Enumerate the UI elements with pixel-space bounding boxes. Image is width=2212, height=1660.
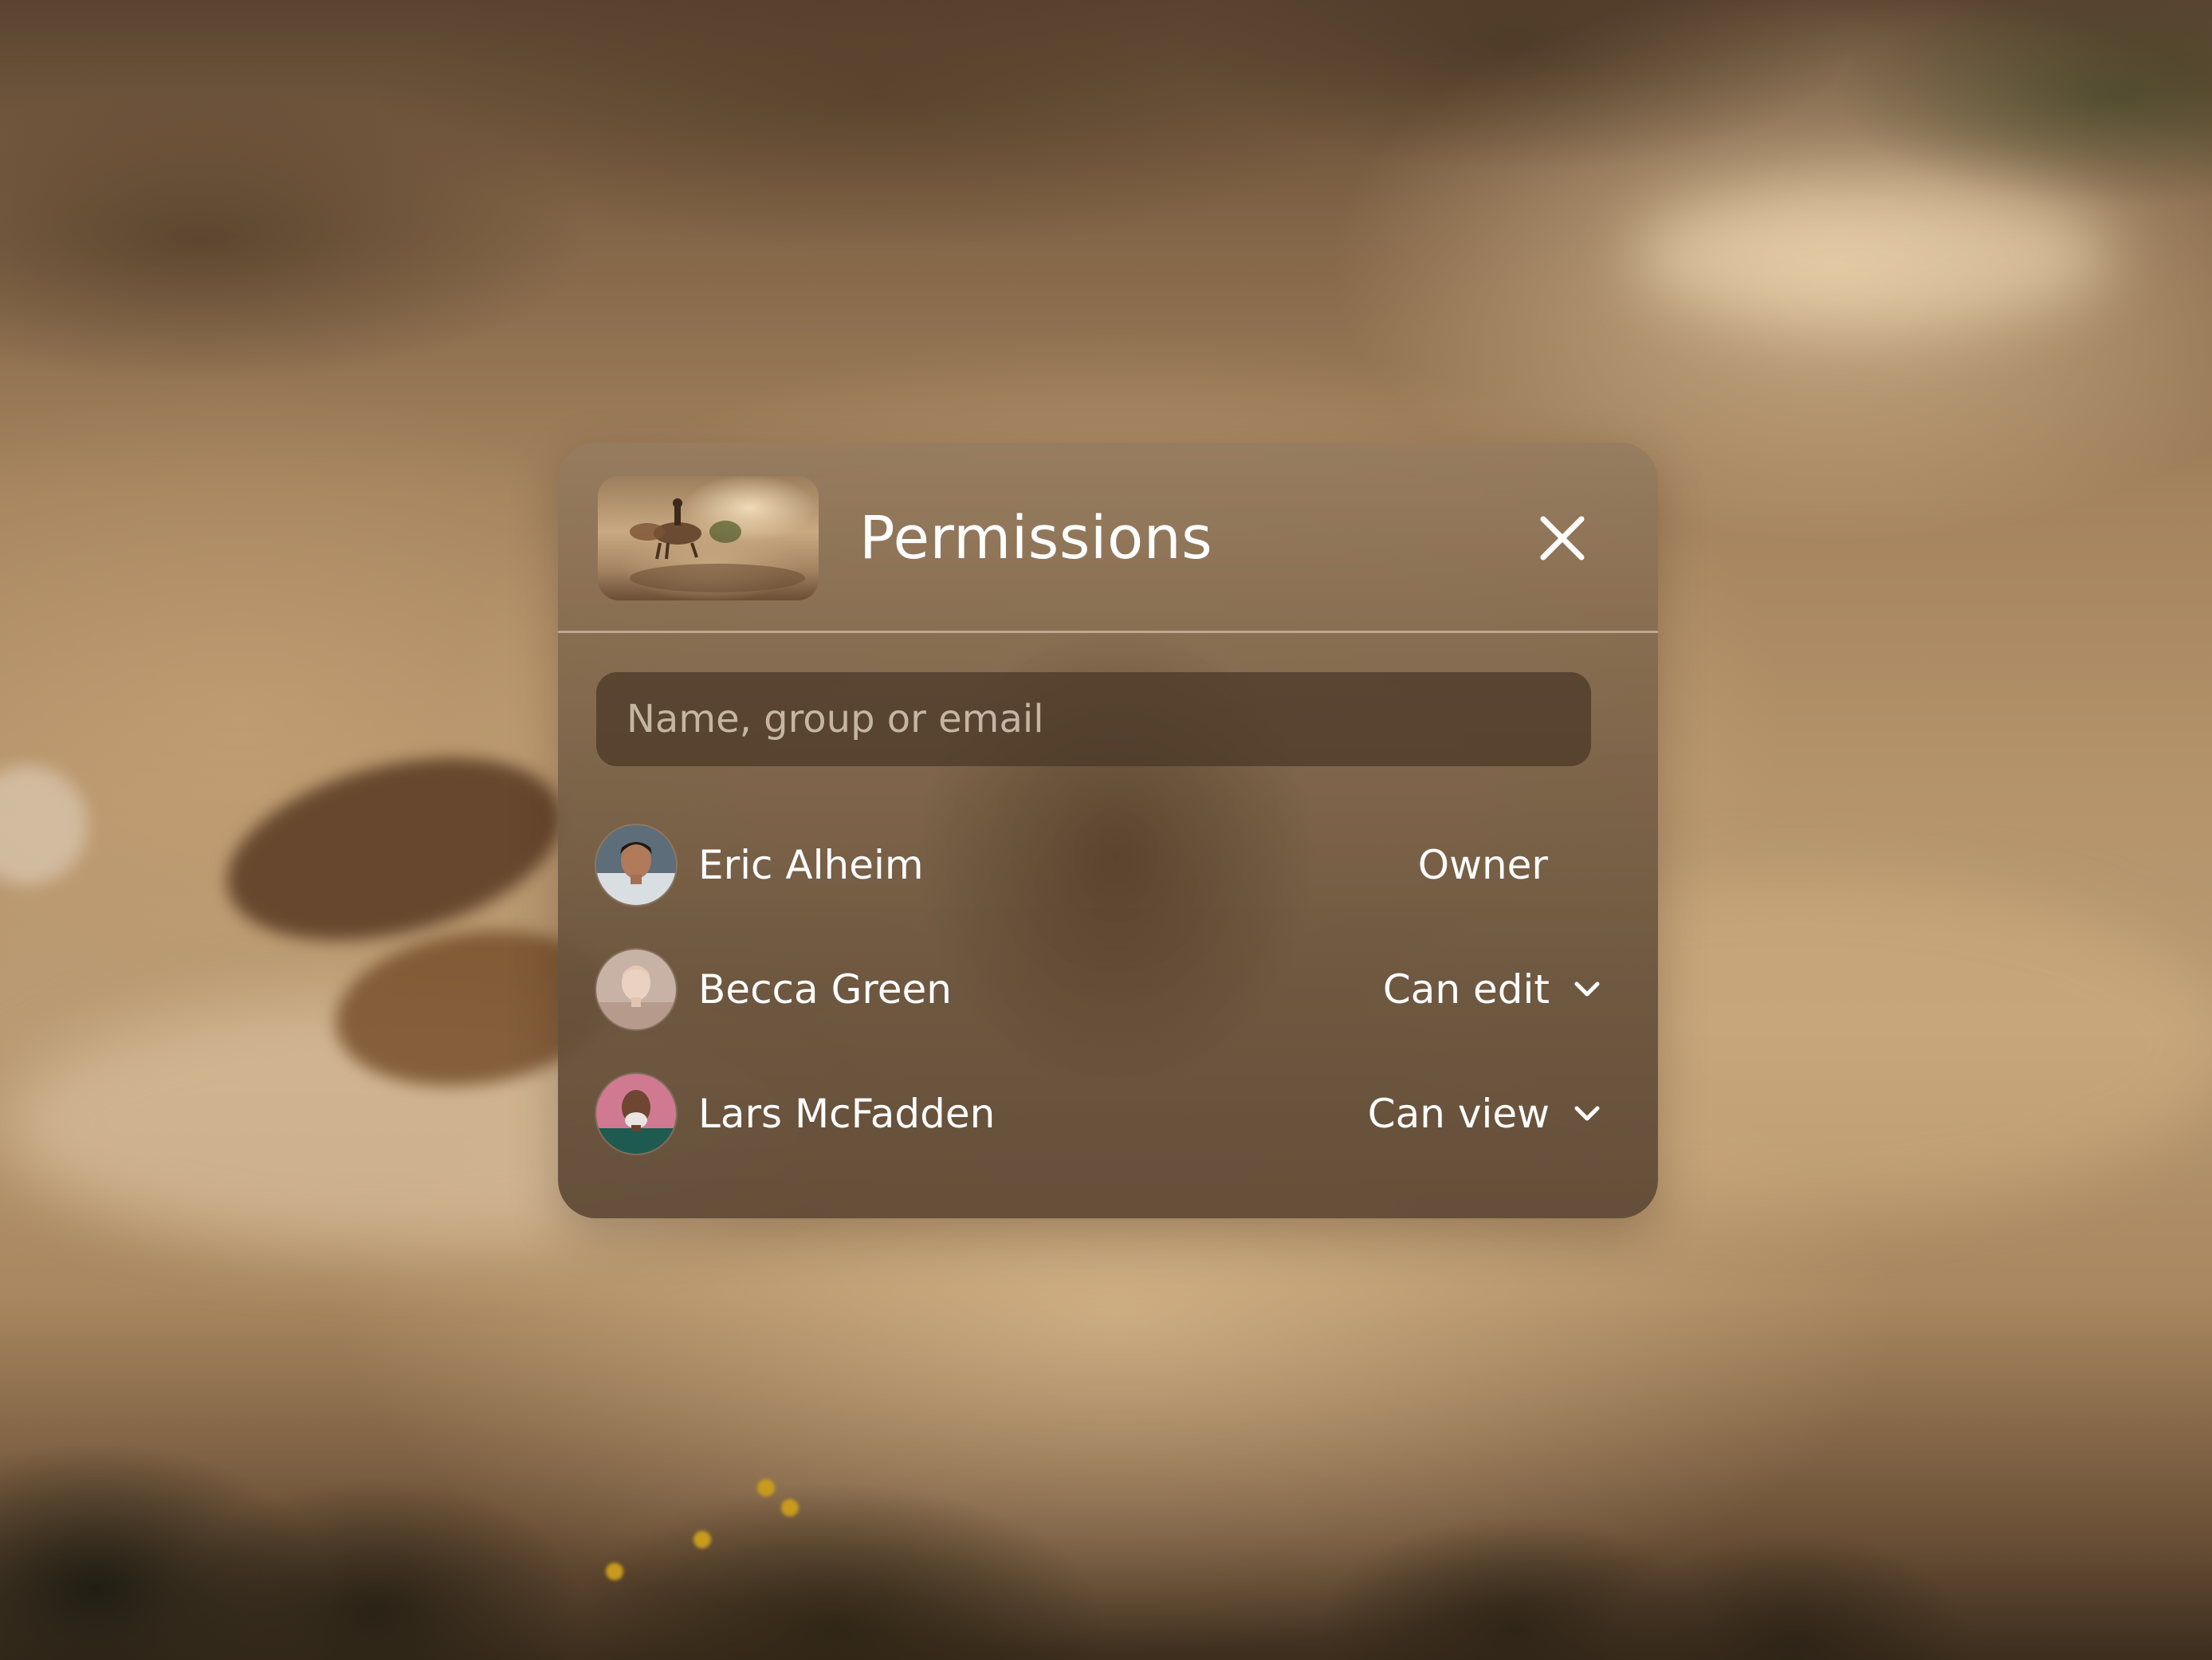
background-shrubs xyxy=(0,1325,2212,1660)
panel-title: Permissions xyxy=(859,504,1213,572)
search-field-container xyxy=(596,672,1591,766)
person-icon xyxy=(596,950,676,1029)
user-row-lars: Lars McFadden Can view xyxy=(558,1070,1658,1158)
avatar xyxy=(596,1074,676,1154)
person-icon xyxy=(596,1074,676,1154)
document-thumbnail xyxy=(598,476,819,600)
role-dropdown-can-edit[interactable]: Can edit xyxy=(1383,963,1602,1016)
background-flower xyxy=(606,1563,623,1580)
user-row-becca: Becca Green Can edit xyxy=(558,946,1658,1033)
header-divider xyxy=(558,631,1658,633)
background-flower xyxy=(757,1479,775,1497)
role-dropdown-can-view[interactable]: Can view xyxy=(1368,1088,1602,1140)
user-name: Becca Green xyxy=(698,966,952,1013)
user-name: Lars McFadden xyxy=(698,1091,996,1137)
close-button[interactable] xyxy=(1530,506,1594,570)
permissions-panel: Permissions Eric Alheim Owner xyxy=(558,443,1658,1218)
background-flower xyxy=(781,1499,799,1516)
background-dust-cloud xyxy=(1634,183,2112,327)
person-icon xyxy=(596,825,676,905)
user-row-eric: Eric Alheim Owner xyxy=(558,821,1658,909)
close-icon xyxy=(1540,516,1585,561)
background-horse xyxy=(0,765,88,885)
chevron-down-icon xyxy=(1572,1099,1602,1129)
role-label-owner: Owner xyxy=(1418,839,1548,891)
role-text: Owner xyxy=(1417,842,1548,888)
role-text: Can edit xyxy=(1382,966,1550,1013)
role-text: Can view xyxy=(1367,1091,1550,1137)
avatar xyxy=(596,950,676,1029)
panel-header: Permissions xyxy=(558,443,1658,632)
avatar xyxy=(596,825,676,905)
chevron-down-icon xyxy=(1572,974,1602,1005)
search-input[interactable] xyxy=(596,672,1591,766)
user-name: Eric Alheim xyxy=(698,842,924,888)
background-flower xyxy=(693,1531,711,1548)
thumbnail-horses-icon xyxy=(630,498,805,592)
